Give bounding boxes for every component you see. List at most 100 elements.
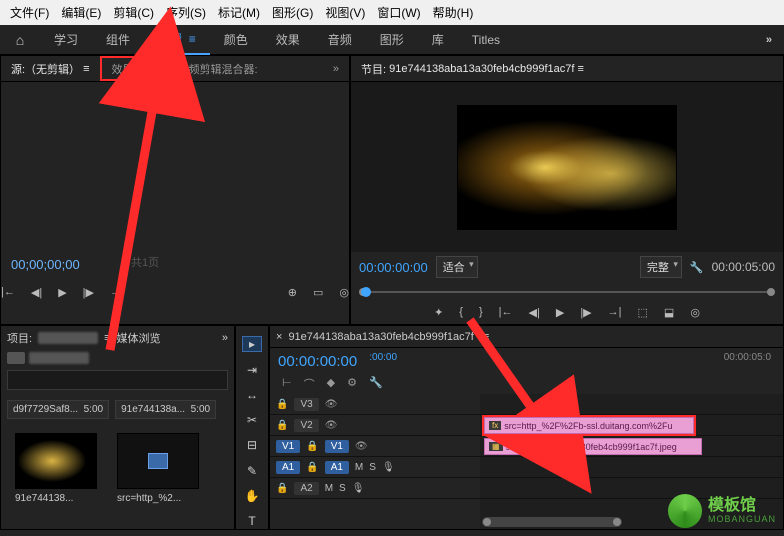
- timeline-hscroll[interactable]: [482, 517, 622, 527]
- linked-sel-icon[interactable]: ⌒: [304, 376, 315, 392]
- track-v2[interactable]: V2: [294, 419, 318, 432]
- eye-icon[interactable]: 👁: [325, 399, 338, 410]
- track-v1[interactable]: V1: [325, 440, 349, 453]
- slip-tool-icon[interactable]: ⊟: [242, 438, 262, 453]
- type-tool-icon[interactable]: T: [242, 514, 262, 529]
- play-icon[interactable]: ▶: [58, 286, 66, 299]
- solo-button[interactable]: S: [339, 483, 346, 494]
- track-a1[interactable]: A1: [325, 461, 349, 474]
- extract-icon[interactable]: ⬓: [664, 306, 674, 319]
- clip-v1[interactable]: ▦ 91e744138aba13a30feb4cb999f1ac7f.jpeg: [484, 438, 702, 455]
- lock-icon[interactable]: 🔒: [306, 462, 318, 473]
- menu-graphics[interactable]: 图形(G): [266, 2, 319, 23]
- menu-window[interactable]: 窗口(W): [371, 2, 426, 23]
- marker-icon[interactable]: ◆: [327, 376, 335, 392]
- menu-mark[interactable]: 标记(M): [212, 2, 266, 23]
- lock-icon[interactable]: 🔒: [276, 420, 288, 431]
- step-fwd-icon[interactable]: |▶: [580, 306, 591, 319]
- settings-icon[interactable]: ⚙: [347, 376, 357, 392]
- ws-color[interactable]: 颜色: [210, 25, 262, 55]
- mic-icon[interactable]: 🎙: [382, 462, 395, 473]
- zoom-fit-dropdown[interactable]: 适合: [436, 256, 478, 278]
- mute-button[interactable]: M: [355, 462, 363, 473]
- razor-tool-icon[interactable]: ✂: [242, 413, 262, 428]
- ws-graphics[interactable]: 图形: [366, 25, 418, 55]
- tab-program[interactable]: 节目: 91e744138aba13a30feb4cb999f1ac7f ≡: [351, 56, 594, 81]
- clip-v2[interactable]: fx src=http_%2F%2Fb-ssl.duitang.com%2Fu: [484, 417, 694, 434]
- mark-in-icon[interactable]: |←: [1, 286, 15, 299]
- tab-effect-controls[interactable]: 效果控件: [100, 56, 168, 81]
- mute-button[interactable]: M: [325, 483, 333, 494]
- ws-titles[interactable]: Titles: [458, 25, 514, 55]
- tab-source[interactable]: 源:（无剪辑） ≡: [1, 56, 100, 81]
- add-marker-icon[interactable]: ✦: [434, 306, 443, 319]
- project-thumb[interactable]: src=http_%2...: [117, 433, 199, 504]
- asset-chip[interactable]: d9f7729Saf8... 5:00: [7, 400, 109, 419]
- export-frame-icon[interactable]: ◎: [339, 286, 349, 299]
- settings-wrench-icon[interactable]: 🔧: [690, 261, 704, 274]
- step-back-icon[interactable]: ◀|: [529, 306, 540, 319]
- home-icon[interactable]: ⌂: [0, 32, 40, 48]
- program-timecode[interactable]: 00:00:00:00: [359, 260, 428, 275]
- ws-learn[interactable]: 学习: [40, 25, 92, 55]
- tab-media-browser[interactable]: 媒体浏览: [116, 330, 160, 346]
- tab-audio-clip-mixer[interactable]: 音频剪辑混合器:: [168, 56, 268, 81]
- hand-tool-icon[interactable]: ✋: [242, 488, 262, 503]
- menu-file[interactable]: 文件(F): [4, 2, 55, 23]
- ws-effects[interactable]: 效果: [262, 25, 314, 55]
- program-scrubber[interactable]: [351, 282, 783, 302]
- lock-icon[interactable]: 🔒: [306, 441, 318, 452]
- step-fwd-icon[interactable]: |▶: [83, 286, 94, 299]
- goto-in-icon[interactable]: |←: [499, 306, 513, 319]
- ws-audio[interactable]: 音频: [314, 25, 366, 55]
- bin-icon[interactable]: [7, 352, 25, 364]
- menu-edit[interactable]: 编辑(E): [55, 2, 107, 23]
- export-frame-icon[interactable]: ◎: [690, 306, 700, 319]
- track-target-v1[interactable]: V1: [276, 440, 300, 453]
- ws-library[interactable]: 库: [418, 25, 458, 55]
- goto-out-icon[interactable]: →|: [608, 306, 622, 319]
- mic-icon[interactable]: 🎙: [352, 483, 365, 494]
- timeline-ruler[interactable]: :00:00 00:00:05:0: [369, 352, 775, 370]
- bin-icon[interactable]: [29, 352, 89, 364]
- solo-button[interactable]: S: [369, 462, 376, 473]
- selection-tool-icon[interactable]: ▸: [242, 336, 262, 352]
- menu-sequence[interactable]: 序列(S): [160, 2, 212, 23]
- lift-icon[interactable]: ⬚: [638, 306, 648, 319]
- asset-chip[interactable]: 91e744138a... 5:00: [115, 400, 216, 419]
- source-overflow-icon[interactable]: »: [323, 56, 349, 81]
- step-back-icon[interactable]: ◀|: [31, 286, 42, 299]
- pen-tool-icon[interactable]: ✎: [242, 463, 262, 478]
- resolution-dropdown[interactable]: 完整: [640, 256, 682, 278]
- ws-editing[interactable]: 编辑 ≡: [144, 25, 210, 55]
- track-select-tool-icon[interactable]: ⇥: [242, 362, 262, 377]
- eye-icon[interactable]: 👁: [355, 441, 368, 452]
- track-v3[interactable]: V3: [294, 398, 318, 411]
- snap-icon[interactable]: ⊢: [282, 376, 292, 392]
- track-target-a1[interactable]: A1: [276, 461, 300, 474]
- program-monitor[interactable]: [351, 82, 783, 252]
- tab-close-icon[interactable]: ×: [276, 331, 282, 343]
- project-search-input[interactable]: [7, 370, 228, 390]
- project-overflow-icon[interactable]: »: [222, 332, 228, 344]
- overwrite-icon[interactable]: ▭: [313, 286, 323, 299]
- timeline-timecode[interactable]: 00:00:00:00: [278, 353, 357, 370]
- track-a2[interactable]: A2: [294, 482, 318, 495]
- lock-icon[interactable]: 🔒: [276, 483, 288, 494]
- ws-assembly[interactable]: 组件: [92, 25, 144, 55]
- ws-overflow-icon[interactable]: »: [754, 34, 784, 46]
- project-thumb[interactable]: 91e744138...: [15, 433, 97, 504]
- eye-icon[interactable]: 👁: [325, 420, 338, 431]
- in-icon[interactable]: {: [459, 306, 463, 319]
- menu-view[interactable]: 视图(V): [319, 2, 371, 23]
- wrench-icon[interactable]: 🔧: [369, 376, 383, 392]
- ripple-tool-icon[interactable]: ↔: [242, 387, 262, 402]
- playhead-icon[interactable]: [361, 287, 371, 297]
- play-icon[interactable]: ▶: [556, 306, 564, 319]
- insert-icon[interactable]: ⊕: [288, 286, 297, 299]
- mark-out-icon[interactable]: →|: [110, 286, 124, 299]
- timeline-sequence-tab[interactable]: 91e744138aba13a30feb4cb999f1ac7f: [288, 331, 473, 343]
- out-icon[interactable]: }: [479, 306, 483, 319]
- source-timecode[interactable]: 00;00;00;00: [11, 257, 80, 272]
- menu-help[interactable]: 帮助(H): [427, 2, 480, 23]
